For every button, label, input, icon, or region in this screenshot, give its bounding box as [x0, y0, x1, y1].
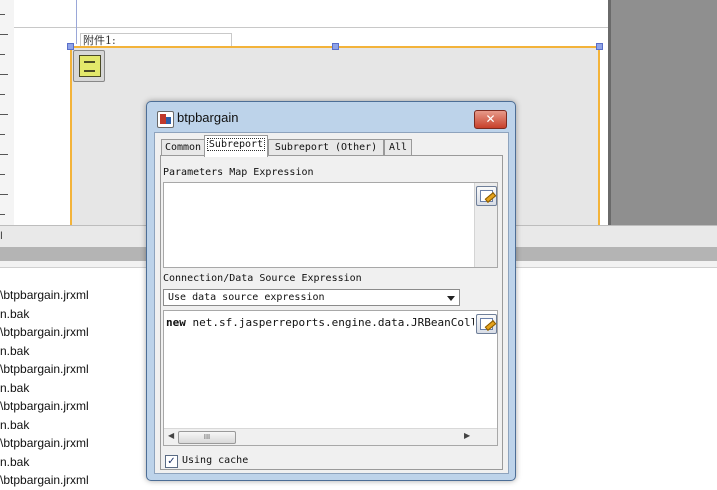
- tab-all[interactable]: All: [384, 139, 412, 156]
- canvas-background: [611, 0, 717, 225]
- edit-expression-button[interactable]: [476, 186, 497, 206]
- horizontal-scrollbar[interactable]: ◀ III ▶: [164, 428, 497, 445]
- edit-expression-button[interactable]: [476, 314, 497, 334]
- tab-common[interactable]: Common: [161, 139, 205, 156]
- dialog-title: btpbargain: [177, 110, 239, 125]
- parameters-map-label: Parameters Map Expression: [163, 167, 314, 178]
- data-source-expression-editor[interactable]: new net.sf.jasperreports.engine.data.JRB…: [163, 310, 498, 446]
- list-item[interactable]: \btpbargain.jrxml: [0, 323, 150, 342]
- band-separator: [14, 27, 608, 28]
- app-icon: [157, 111, 174, 128]
- keyword-new: new: [166, 316, 186, 329]
- guide-line: [76, 0, 77, 44]
- chevron-down-icon: [447, 296, 455, 301]
- subreport-properties-dialog: btpbargain ✕ Common Subreport Subreport …: [146, 101, 516, 481]
- selection-handle[interactable]: [332, 43, 339, 50]
- using-cache-checkbox[interactable]: ✓: [165, 455, 178, 468]
- connection-select-value: Use data source expression: [168, 292, 325, 303]
- list-item[interactable]: n.bak: [0, 342, 150, 361]
- close-button[interactable]: ✕: [474, 110, 507, 129]
- list-item[interactable]: n.bak: [0, 305, 150, 324]
- selection-handle[interactable]: [596, 43, 603, 50]
- connection-label: Connection/Data Source Expression: [163, 273, 362, 284]
- scroll-left-icon[interactable]: ◀: [168, 431, 174, 440]
- list-item[interactable]: n.bak: [0, 379, 150, 398]
- list-item[interactable]: n.bak: [0, 453, 150, 472]
- dialog-titlebar[interactable]: btpbargain ✕: [147, 102, 515, 132]
- parameters-map-expression-editor[interactable]: [163, 182, 498, 268]
- list-item[interactable]: \btpbargain.jrxml: [0, 360, 150, 379]
- scroll-thumb[interactable]: III: [178, 431, 236, 444]
- connection-type-select[interactable]: Use data source expression: [163, 289, 460, 306]
- data-source-expression-text: new net.sf.jasperreports.engine.data.JRB…: [166, 316, 474, 329]
- expression-body: net.sf.jasperreports.engine.data.JRBeanC…: [192, 316, 474, 329]
- list-item[interactable]: \btpbargain.jrxml: [0, 434, 150, 453]
- list-item[interactable]: \btpbargain.jrxml: [0, 397, 150, 416]
- dialog-client-area: Common Subreport Subreport (Other) All P…: [154, 132, 509, 474]
- using-cache-label: Using cache: [182, 455, 249, 466]
- scroll-right-icon[interactable]: ▶: [464, 431, 470, 440]
- subreport-icon: [73, 50, 105, 82]
- vertical-ruler: [0, 0, 15, 225]
- panel-mark: l: [0, 231, 3, 242]
- list-item[interactable]: n.bak: [0, 416, 150, 435]
- tab-panel-subreport: Parameters Map Expression Connection/Dat…: [160, 155, 503, 470]
- tab-subreport-other[interactable]: Subreport (Other): [268, 139, 384, 156]
- list-item[interactable]: \btpbargain.jrxml: [0, 286, 150, 305]
- selection-handle[interactable]: [67, 43, 74, 50]
- list-item[interactable]: \btpbargain.jrxml: [0, 471, 150, 490]
- file-list: \btpbargain.jrxml n.bak \btpbargain.jrxm…: [0, 286, 150, 490]
- tab-subreport[interactable]: Subreport: [204, 135, 268, 157]
